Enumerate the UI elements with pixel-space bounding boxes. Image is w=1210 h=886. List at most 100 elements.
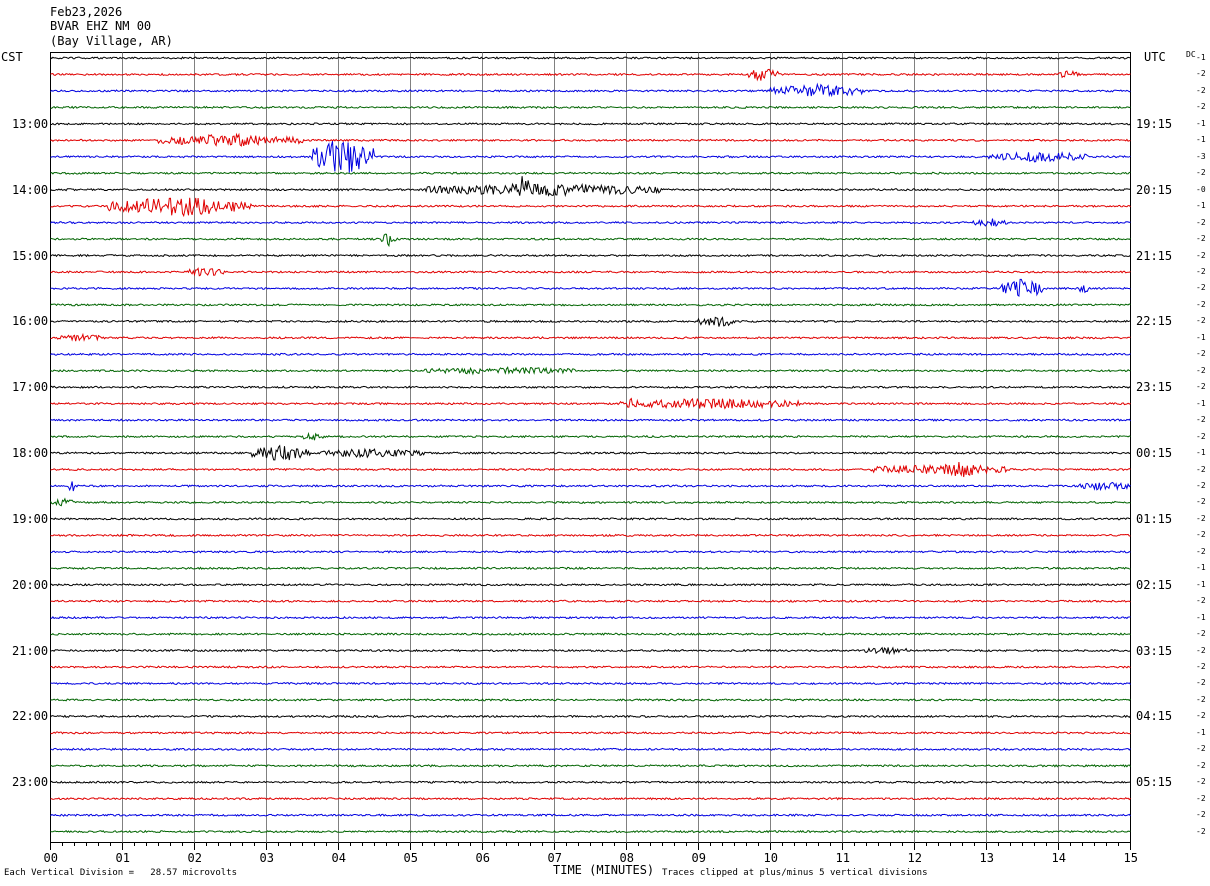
dc-offset-value: -2 xyxy=(1196,596,1206,606)
dc-offset-value: -1 xyxy=(1196,448,1206,458)
left-hour-label: 17:00 xyxy=(12,380,49,395)
trace-row xyxy=(50,332,1131,342)
location-label: (Bay Village, AR) xyxy=(50,34,173,48)
trace-row xyxy=(50,599,1131,603)
dc-offset-value: -1 xyxy=(1196,332,1206,342)
x-tick-label: 15 xyxy=(1123,851,1138,865)
left-hour-label: 14:00 xyxy=(12,182,49,197)
trace-row xyxy=(50,418,1131,422)
trace-row xyxy=(50,698,1131,702)
minute-grid xyxy=(122,52,1059,843)
right-hour-label: 22:15 xyxy=(1136,314,1173,329)
trace-row xyxy=(50,122,1131,126)
dc-offset-value: -2 xyxy=(1196,250,1206,260)
x-tick-label: 01 xyxy=(115,851,130,865)
dc-offset-value: -2 xyxy=(1196,415,1206,425)
left-hour-label: 20:00 xyxy=(12,577,49,592)
trace-row xyxy=(50,366,1131,376)
right-hour-label: 01:15 xyxy=(1136,511,1173,526)
dc-offset-value: -3 xyxy=(1196,151,1206,161)
dc-offset-value: -2 xyxy=(1196,382,1206,392)
dc-offset-value: -2 xyxy=(1196,365,1206,375)
trace-row xyxy=(50,813,1131,817)
x-tick-label: 05 xyxy=(403,851,418,865)
dc-offset-value: -1 xyxy=(1196,398,1206,408)
trace-row xyxy=(50,481,1131,492)
right-hour-label: 04:15 xyxy=(1136,709,1173,724)
dc-offset-value: -2 xyxy=(1196,497,1206,507)
dc-offset-value: -2 xyxy=(1196,711,1206,721)
trace-row xyxy=(50,681,1131,686)
x-tick-label: 11 xyxy=(835,851,850,865)
dc-offset-value: -2 xyxy=(1196,234,1206,244)
x-axis-ticks xyxy=(50,842,1131,850)
trace-row xyxy=(50,431,1131,441)
trace-row xyxy=(50,517,1131,521)
trace-row xyxy=(50,233,1131,248)
station-label: BVAR EHZ NM 00 xyxy=(50,19,152,33)
cst-label: CST xyxy=(1,50,23,64)
trace-row xyxy=(50,497,1131,507)
dc-offset-value: -0 xyxy=(1196,184,1206,194)
dc-offset-value: -2 xyxy=(1196,546,1206,556)
trace-row xyxy=(50,582,1131,587)
trace-row xyxy=(50,385,1131,389)
left-hour-label: 19:00 xyxy=(12,511,49,526)
scale-note: Each Vertical Division = 28.57 microvolt… xyxy=(4,868,237,878)
left-hour-label: 22:00 xyxy=(12,709,49,724)
clip-note: Traces clipped at plus/minus 5 vertical … xyxy=(662,868,928,878)
dc-offset-value: -1 xyxy=(1196,727,1206,737)
dc-offset-value: -1 xyxy=(1196,612,1206,622)
left-hour-label: 13:00 xyxy=(12,116,49,131)
trace-row xyxy=(50,444,1131,461)
seismic-traces xyxy=(50,56,1131,834)
dc-offset-value: -2 xyxy=(1196,678,1206,688)
dc-offset-value: -2 xyxy=(1196,793,1206,803)
trace-row xyxy=(50,714,1131,719)
trace-row xyxy=(50,747,1131,752)
dc-offset-value: -2 xyxy=(1196,464,1206,474)
trace-row xyxy=(50,780,1131,784)
trace-row xyxy=(50,278,1131,297)
dc-offset-value: -1 xyxy=(1196,563,1206,573)
dc-offset-value: -2 xyxy=(1196,69,1206,79)
trace-row xyxy=(50,176,1131,198)
x-tick-label: 02 xyxy=(187,851,202,865)
dc-offset-value: -2 xyxy=(1196,217,1206,227)
trace-row xyxy=(50,105,1131,110)
right-hour-label: 00:15 xyxy=(1136,446,1173,461)
date-label: Feb23,2026 xyxy=(50,5,123,19)
x-tick-label: 10 xyxy=(763,851,778,865)
left-hour-label: 18:00 xyxy=(12,446,49,461)
trace-row xyxy=(50,56,1131,60)
x-tick-label: 03 xyxy=(259,851,274,865)
trace-row xyxy=(50,764,1131,768)
trace-row xyxy=(50,141,1131,173)
x-tick-label: 00 xyxy=(43,851,58,865)
trace-row xyxy=(50,267,1131,277)
trace-row xyxy=(50,796,1131,801)
x-tick-label: 12 xyxy=(907,851,922,865)
trace-row xyxy=(50,197,1131,218)
trace-row xyxy=(50,352,1131,357)
dc-offset-value: -2 xyxy=(1196,662,1206,672)
dc-offset-value: -2 xyxy=(1196,85,1206,95)
right-hour-label: 20:15 xyxy=(1136,182,1173,197)
dc-offset-value: -2 xyxy=(1196,530,1206,540)
trace-row xyxy=(50,253,1131,258)
trace-row xyxy=(50,632,1131,636)
x-tick-label: 04 xyxy=(331,851,346,865)
dc-offset-value: -1 xyxy=(1196,579,1206,589)
left-hour-label: 16:00 xyxy=(12,314,49,329)
trace-row xyxy=(50,68,1131,82)
dc-offset-value: -2 xyxy=(1196,760,1206,770)
helicorder-plot xyxy=(50,52,1131,850)
x-tick-label: 06 xyxy=(475,851,490,865)
plot-frame xyxy=(50,52,1131,843)
dc-offset-value: -2 xyxy=(1196,299,1206,309)
trace-row xyxy=(50,461,1131,478)
trace-row xyxy=(50,397,1131,410)
dc-label: DC xyxy=(1186,50,1196,59)
dc-offset-value: -2 xyxy=(1196,777,1206,787)
trace-row xyxy=(50,132,1131,147)
